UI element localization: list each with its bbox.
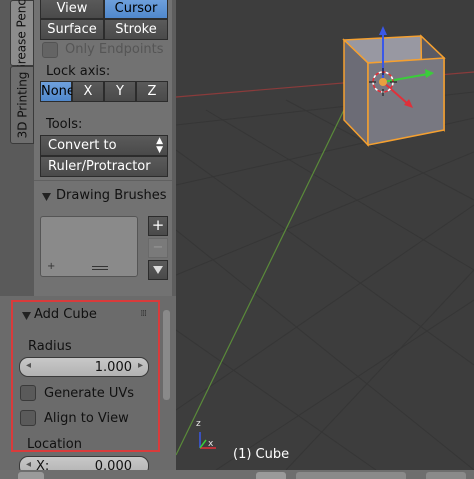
panel-divider — [34, 180, 172, 181]
lock-axis-none-label: None — [41, 84, 75, 99]
drawing-brushes-title: Drawing Brushes — [56, 188, 167, 203]
chevron-down-icon — [153, 266, 163, 274]
redo-panel-highlight — [11, 300, 160, 452]
lock-axis-z-button[interactable]: Z — [136, 81, 168, 102]
convert-to-geometry-dropdown[interactable]: Convert to Geom… ▲▼ — [40, 135, 168, 172]
z-arrow-icon — [379, 26, 387, 35]
lock-axis-x-button[interactable]: X — [72, 81, 104, 102]
remove-brush-button[interactable]: − — [148, 238, 168, 258]
brush-menu-button[interactable] — [148, 260, 168, 280]
lock-axis-label: Lock axis: — [46, 64, 111, 79]
add-small-icon: + — [47, 261, 56, 272]
surface-button[interactable]: Surface — [40, 19, 104, 40]
stroke-button[interactable]: Stroke — [104, 19, 168, 40]
updown-arrows-icon: ▲ ▼ — [156, 136, 163, 155]
header-button-mid[interactable] — [256, 472, 286, 479]
only-endpoints-checkbox[interactable] — [42, 42, 58, 58]
redo-panel-scrollbar[interactable] — [163, 310, 170, 400]
drawing-brushes-header[interactable]: Drawing Brushes — [40, 188, 170, 206]
mini-z-label: z — [196, 419, 201, 429]
3d-viewport[interactable]: z x (1) Cube — [176, 0, 474, 470]
mini-x-label: x — [208, 439, 214, 449]
lock-axis-y-label: Y — [116, 84, 124, 99]
collapse-triangle-icon — [42, 193, 51, 201]
object-name-label: (1) Cube — [233, 447, 290, 462]
resize-handle-icon[interactable] — [92, 266, 108, 267]
brush-list[interactable]: + — [40, 216, 138, 277]
lock-axis-y-button[interactable]: Y — [104, 81, 136, 102]
view3d-header — [0, 470, 474, 479]
tools-label: Tools: — [46, 117, 83, 132]
stroke-button-label: Stroke — [115, 22, 157, 37]
ruler-protractor-label: Ruler/Protractor — [48, 159, 151, 174]
tab-3d-printing[interactable]: 3D Printing — [10, 66, 34, 144]
cursor-button-label: Cursor — [114, 1, 158, 16]
mini-y-axis — [199, 439, 207, 449]
view-button-label: View — [56, 1, 88, 16]
view-button[interactable]: View — [40, 0, 104, 19]
resize-handle-line-icon — [92, 269, 108, 270]
lock-axis-z-label: Z — [147, 84, 157, 99]
header-button-left[interactable] — [18, 472, 44, 479]
viewport-canvas — [176, 26, 474, 470]
surface-button-label: Surface — [47, 22, 97, 37]
tab-grease-pencil-label: Grease Pencil — [15, 0, 29, 74]
origin-dot-icon — [379, 78, 387, 86]
lock-axis-x-label: X — [83, 84, 93, 99]
cursor-button[interactable]: Cursor — [104, 0, 168, 19]
y-axis-line — [176, 74, 362, 456]
ruler-protractor-button[interactable]: Ruler/Protractor — [40, 156, 168, 177]
tab-3d-printing-label: 3D Printing — [15, 71, 30, 139]
add-brush-button[interactable]: + — [148, 216, 168, 236]
tab-grease-pencil[interactable]: Grease Pencil — [10, 0, 34, 74]
minus-icon: − — [152, 240, 164, 255]
decrement-arrow-icon[interactable]: ◂ — [26, 459, 31, 470]
only-endpoints-label: Only Endpoints — [65, 42, 164, 57]
header-mode-dropdown[interactable] — [296, 472, 406, 479]
plus-icon: + — [151, 216, 165, 234]
header-shading-dropdown[interactable] — [426, 472, 466, 479]
lock-axis-none-button[interactable]: None — [40, 81, 75, 102]
